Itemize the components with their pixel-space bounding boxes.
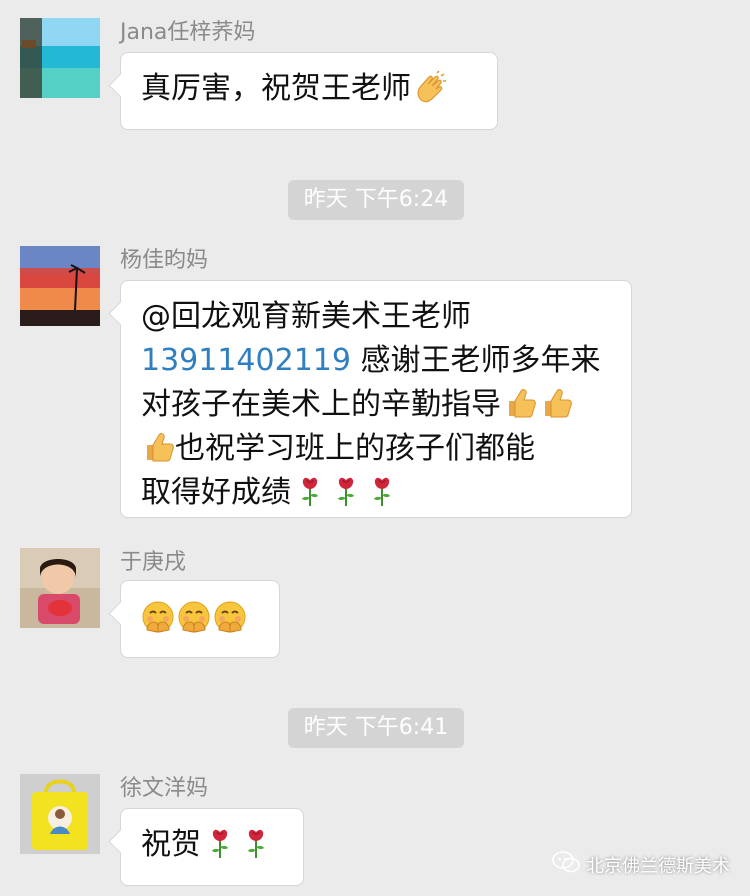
timestamp: 昨天 下午6:41 [288,708,464,748]
rose-icon [329,474,363,508]
message-line: @回龙观育新美术王老师 [141,299,471,334]
timestamp: 昨天 下午6:24 [288,180,464,220]
shy-face-icon [141,600,175,634]
child-photo-avatar[interactable] [20,548,100,628]
message-line: 感谢王老师多年来 [350,343,601,378]
clapping-hands-icon [413,70,447,104]
thumbs-up-icon [503,386,537,420]
message-line: 对孩子在美术上的辛勤指导 [141,387,501,422]
thumbs-up-icon [539,386,573,420]
message-bubble[interactable]: 祝贺 [120,808,304,886]
watermark-text: 北京佛兰德斯美术 [586,855,730,877]
sender-name: 杨佳昀妈 [120,248,209,273]
sender-name: 徐文洋妈 [120,776,209,801]
thumbs-up-icon [141,430,175,464]
yellow-bag-avatar[interactable] [20,774,100,854]
message-line: 也祝学习班上的孩子们都能 [175,431,535,466]
message-bubble[interactable] [120,580,280,658]
sender-name: Jana任梓荞妈 [120,20,256,45]
sunset-palm-avatar[interactable] [20,246,100,326]
wechat-logo-icon [552,851,580,878]
rose-icon [365,474,399,508]
shy-face-icon [177,600,211,634]
message-bubble[interactable]: @回龙观育新美术王老师 13911402119 感谢王老师多年来 对孩子在美术上… [120,280,632,518]
rose-icon [239,826,273,860]
message-text: 祝贺 [141,827,201,862]
shy-face-icon [213,600,247,634]
rose-icon [293,474,327,508]
tropical-beach-avatar[interactable] [20,18,100,98]
watermark: 北京佛兰德斯美术 [552,851,730,878]
message-bubble[interactable]: 真厉害，祝贺王老师 [120,52,498,130]
message-line: 取得好成绩 [141,475,291,510]
rose-icon [203,826,237,860]
message-text: 真厉害，祝贺王老师 [141,71,411,106]
phone-number-link[interactable]: 13911402119 [141,343,351,378]
sender-name: 于庚戌 [120,550,187,575]
